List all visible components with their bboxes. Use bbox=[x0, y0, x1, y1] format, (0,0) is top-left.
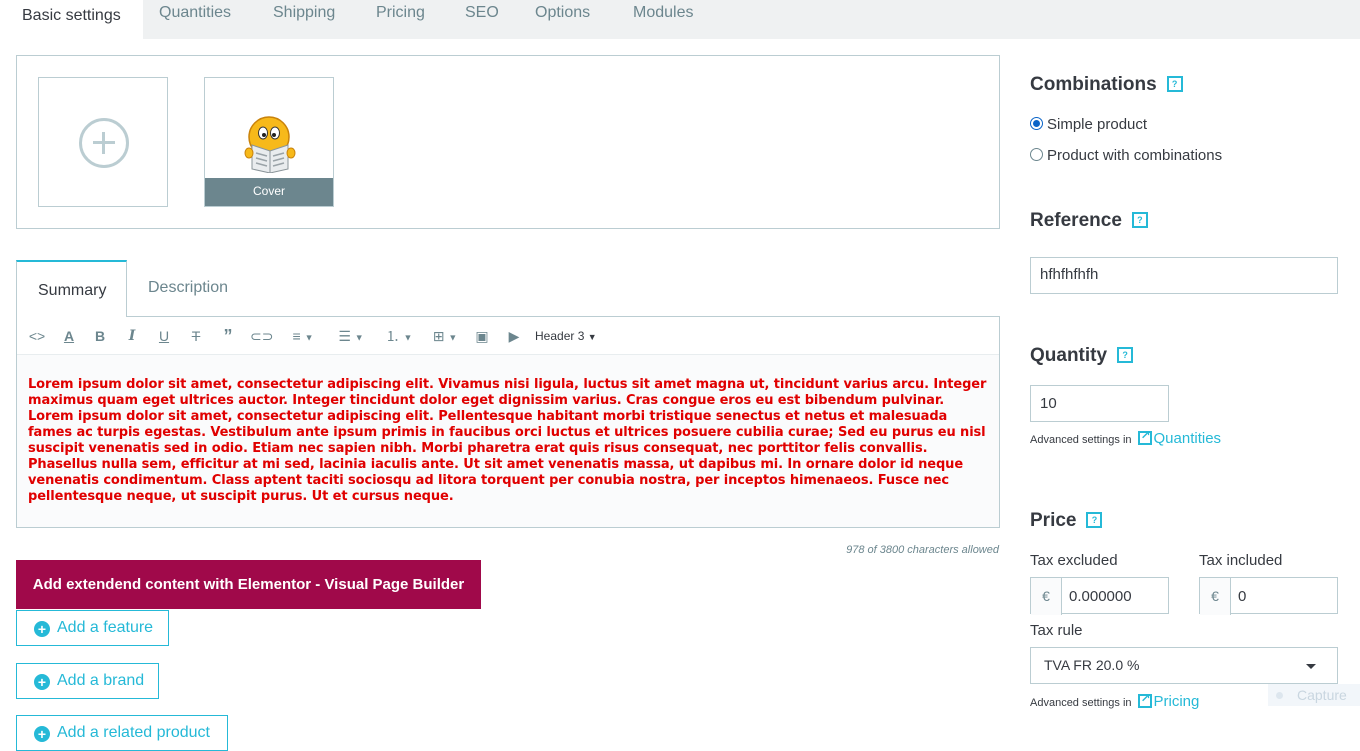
help-icon[interactable]: ? bbox=[1117, 347, 1134, 363]
editor-content[interactable]: Lorem ipsum dolor sit amet, consectetur … bbox=[17, 355, 999, 527]
strikethrough-icon[interactable]: T bbox=[187, 326, 205, 346]
bold-icon[interactable]: B bbox=[91, 326, 109, 346]
font-color-icon[interactable]: A bbox=[59, 326, 79, 346]
newspaper-smiley-icon bbox=[244, 116, 296, 173]
bullet-list-dropdown-icon[interactable]: ☰ ▼ bbox=[331, 326, 371, 346]
tab-quantities[interactable]: Quantities bbox=[159, 0, 231, 39]
add-related-product-button[interactable]: + Add a related product bbox=[16, 715, 228, 751]
image-thumbnail-cover[interactable]: Cover bbox=[204, 77, 334, 207]
quantity-advanced-settings: Advanced settings in Quantities bbox=[1030, 428, 1222, 447]
add-brand-button[interactable]: + Add a brand bbox=[16, 663, 159, 699]
quantity-advanced-prefix: Advanced settings in bbox=[1030, 434, 1132, 446]
pricing-advanced-settings: Advanced settings in Pricing bbox=[1030, 691, 1200, 710]
reference-heading: Reference? bbox=[1030, 210, 1148, 232]
radio-checked-icon bbox=[1030, 117, 1043, 130]
combinations-title: Combinations bbox=[1030, 74, 1157, 95]
add-brand-label: Add a brand bbox=[57, 672, 145, 689]
tax-rule-label: Tax rule bbox=[1030, 622, 1083, 639]
price-title: Price bbox=[1030, 510, 1077, 531]
heading-select[interactable]: Header 3 ▼ bbox=[535, 326, 605, 346]
tab-summary[interactable]: Summary bbox=[16, 260, 127, 317]
radio-simple-product[interactable]: Simple product bbox=[1030, 116, 1147, 133]
cover-label: Cover bbox=[205, 178, 333, 206]
help-icon[interactable]: ? bbox=[1131, 212, 1148, 228]
italic-icon[interactable]: I bbox=[123, 326, 141, 346]
rich-text-editor: <> A B I U T ” ⊂⊃ ≡ ▼ ☰ ▼ ⒈ ▼ ⊞ ▼ ▣ ▶ He… bbox=[16, 316, 1000, 528]
quantity-heading: Quantity? bbox=[1030, 345, 1134, 367]
tax-included-input[interactable]: € 0 bbox=[1199, 577, 1338, 615]
add-feature-label: Add a feature bbox=[57, 619, 154, 636]
radio-unchecked-icon bbox=[1030, 148, 1043, 161]
pricing-link[interactable]: Pricing bbox=[1137, 691, 1200, 710]
help-icon[interactable]: ? bbox=[1166, 76, 1183, 92]
product-tabs: Basic settings Quantities Shipping Prici… bbox=[0, 0, 1360, 39]
quantity-input[interactable]: 10 bbox=[1030, 385, 1169, 422]
tax-rule-select[interactable]: TVA FR 20.0 % bbox=[1030, 647, 1338, 684]
tab-options[interactable]: Options bbox=[535, 0, 590, 39]
heading-select-label: Header 3 bbox=[535, 329, 585, 343]
price-heading: Price? bbox=[1030, 510, 1103, 532]
currency-prefix: € bbox=[1200, 578, 1231, 615]
tab-shipping[interactable]: Shipping bbox=[273, 0, 335, 39]
table-dropdown-icon[interactable]: ⊞ ▼ bbox=[427, 326, 463, 346]
underline-icon[interactable]: U bbox=[155, 326, 173, 346]
tax-rule-value: TVA FR 20.0 % bbox=[1044, 657, 1140, 673]
radio-simple-label: Simple product bbox=[1047, 116, 1148, 133]
add-image-dropzone[interactable] bbox=[38, 77, 168, 207]
code-view-icon[interactable]: <> bbox=[27, 326, 47, 346]
tab-description[interactable]: Description bbox=[148, 260, 228, 317]
pricing-link-label: Pricing bbox=[1153, 693, 1200, 710]
tax-excluded-label: Tax excluded bbox=[1030, 552, 1118, 569]
quantity-title: Quantity bbox=[1030, 345, 1108, 366]
external-link-icon bbox=[1137, 428, 1152, 445]
tax-excluded-input[interactable]: € 0.000000 bbox=[1030, 577, 1169, 615]
numbered-list-dropdown-icon[interactable]: ⒈ ▼ bbox=[379, 326, 419, 346]
currency-prefix: € bbox=[1031, 578, 1062, 615]
character-counter: 978 of 3800 characters allowed bbox=[846, 544, 999, 556]
quantities-link[interactable]: Quantities bbox=[1137, 428, 1222, 447]
editor-toolbar: <> A B I U T ” ⊂⊃ ≡ ▼ ☰ ▼ ⒈ ▼ ⊞ ▼ ▣ ▶ He… bbox=[17, 317, 999, 355]
link-icon[interactable]: ⊂⊃ bbox=[250, 326, 273, 346]
video-icon[interactable]: ▶ bbox=[505, 326, 523, 346]
capture-label: Capture bbox=[1297, 687, 1347, 703]
tab-basic-settings[interactable]: Basic settings bbox=[0, 0, 143, 39]
radio-product-with-combinations[interactable]: Product with combinations bbox=[1030, 147, 1222, 164]
tab-seo[interactable]: SEO bbox=[465, 0, 499, 39]
capture-widget[interactable]: Capture bbox=[1268, 684, 1360, 706]
plus-circle-icon: + bbox=[34, 726, 50, 742]
elementor-button[interactable]: Add extendend content with Elementor - V… bbox=[16, 560, 481, 609]
quantities-link-label: Quantities bbox=[1153, 430, 1222, 447]
add-feature-button[interactable]: + Add a feature bbox=[16, 610, 169, 646]
tax-excluded-value: 0.000000 bbox=[1069, 588, 1132, 605]
quote-icon[interactable]: ” bbox=[219, 326, 237, 346]
add-image-icon bbox=[79, 118, 129, 168]
tax-included-value: 0 bbox=[1238, 588, 1247, 605]
radio-combinations-label: Product with combinations bbox=[1047, 147, 1223, 164]
align-dropdown-icon[interactable]: ≡ ▼ bbox=[283, 326, 323, 346]
record-dot-icon bbox=[1276, 692, 1283, 699]
tax-included-label: Tax included bbox=[1199, 552, 1283, 569]
image-icon[interactable]: ▣ bbox=[473, 326, 491, 346]
tab-pricing[interactable]: Pricing bbox=[376, 0, 425, 39]
pricing-advanced-prefix: Advanced settings in bbox=[1030, 697, 1132, 709]
help-icon[interactable]: ? bbox=[1086, 512, 1103, 528]
chevron-down-icon bbox=[1306, 664, 1316, 669]
add-related-label: Add a related product bbox=[57, 724, 210, 741]
combinations-heading: Combinations? bbox=[1030, 74, 1183, 96]
external-link-icon bbox=[1137, 691, 1152, 708]
reference-input[interactable]: hfhfhfhfh bbox=[1030, 257, 1338, 294]
plus-circle-icon: + bbox=[34, 674, 50, 690]
product-images-panel: Cover bbox=[16, 55, 1000, 229]
plus-circle-icon: + bbox=[34, 621, 50, 637]
reference-title: Reference bbox=[1030, 210, 1122, 231]
tab-modules[interactable]: Modules bbox=[633, 0, 693, 39]
